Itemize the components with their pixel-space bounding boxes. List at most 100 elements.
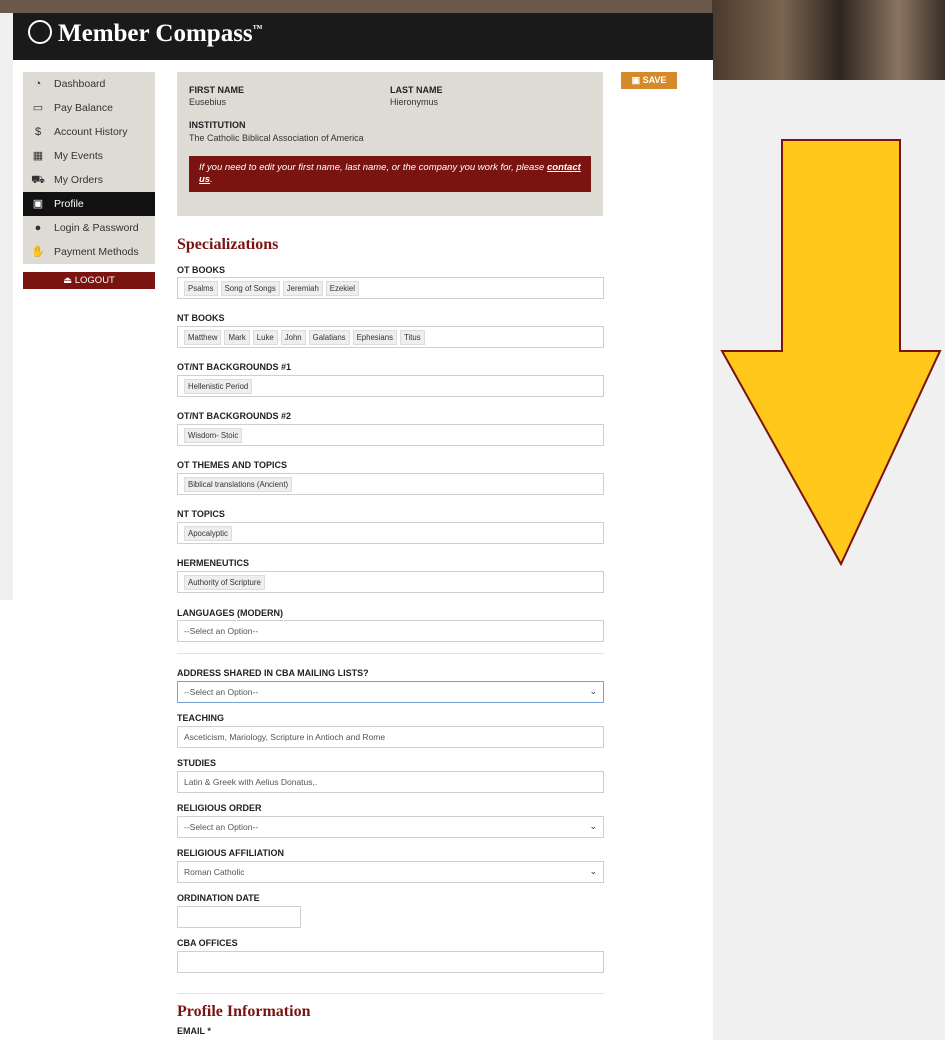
tag[interactable]: Hellenistic Period (184, 378, 253, 394)
chevron-down-icon: ⌄ (589, 686, 597, 696)
tag[interactable]: Ezekiel (325, 280, 359, 296)
ot-books-label: OT BOOKS (177, 265, 226, 275)
tag[interactable]: Luke (252, 329, 278, 345)
users-icon: ● (34, 222, 42, 234)
tag[interactable]: Biblical translations (Ancient) (184, 476, 293, 492)
religious-affiliation-value: Roman Catholic (184, 867, 245, 877)
sidebar-item-login-password[interactable]: ● Login & Password (23, 216, 155, 240)
religious-affiliation-select[interactable]: Roman Catholic ⌄ (177, 861, 604, 883)
tag[interactable]: Mark (224, 329, 250, 345)
dashboard-icon: ◔ (34, 78, 42, 90)
hermeneutics-label: HERMENEUTICS (177, 558, 250, 568)
first-name-value: Eusebius (189, 97, 227, 107)
tag[interactable]: Apocalyptic (184, 525, 232, 541)
app-title-text: Member Compass (58, 20, 253, 47)
tag[interactable]: Matthew (184, 329, 222, 345)
backgrounds-1-field[interactable]: Hellenistic Period (177, 375, 604, 397)
backgrounds-1-label: OT/NT BACKGROUNDS #1 (177, 362, 292, 372)
tag[interactable]: Titus (400, 329, 425, 345)
religious-order-label: RELIGIOUS ORDER (177, 803, 262, 813)
header-photo (712, 0, 945, 80)
trademark-mark: ™ (252, 23, 263, 35)
sidebar-item-dashboard[interactable]: ◔ Dashboard (23, 72, 155, 96)
ordination-date-input[interactable] (177, 906, 301, 928)
name-info-box: FIRST NAME Eusebius LAST NAME Hieronymus… (177, 72, 603, 216)
tag[interactable]: Psalms (184, 280, 218, 296)
hermeneutics-field[interactable]: Authority of Scripture (177, 571, 604, 593)
ot-themes-label: OT THEMES AND TOPICS (177, 460, 288, 470)
address-shared-value: --Select an Option-- (184, 687, 259, 697)
first-name-label: FIRST NAME (189, 85, 244, 95)
sidebar-item-label: Login & Password (54, 222, 139, 234)
teaching-value: Asceticism, Mariology, Scripture in Anti… (184, 732, 386, 742)
nt-topics-field[interactable]: Apocalyptic (177, 522, 604, 544)
sidebar-item-label: Payment Methods (54, 246, 139, 258)
backgrounds-2-field[interactable]: Wisdom- Stoic (177, 424, 604, 446)
sidebar-item-payment-methods[interactable]: ✋ Payment Methods (23, 240, 155, 264)
nt-topics-label: NT TOPICS (177, 509, 225, 519)
religious-order-select[interactable]: --Select an Option-- ⌄ (177, 816, 604, 838)
ot-themes-field[interactable]: Biblical translations (Ancient) (177, 473, 604, 495)
sidebar-item-label: My Events (54, 150, 104, 162)
save-button[interactable]: ▣ SAVE (621, 72, 677, 89)
app-title: Member Compass™ (28, 20, 263, 48)
languages-label: LANGUAGES (MODERN) (177, 608, 283, 618)
last-name-label: LAST NAME (390, 85, 443, 95)
id-card-icon: ▣ (32, 198, 44, 210)
teaching-label: TEACHING (177, 713, 224, 723)
divider (177, 653, 604, 654)
divider (177, 993, 604, 994)
backgrounds-2-label: OT/NT BACKGROUNDS #2 (177, 411, 292, 421)
tag[interactable]: Song of Songs (220, 280, 280, 296)
tag[interactable]: Wisdom- Stoic (184, 427, 243, 443)
institution-value: The Catholic Biblical Association of Ame… (189, 133, 364, 143)
cart-icon: ⛟ (31, 174, 45, 186)
tag[interactable]: Authority of Scripture (184, 574, 265, 590)
card-icon: ▭ (32, 102, 44, 114)
teaching-input[interactable]: Asceticism, Mariology, Scripture in Anti… (177, 726, 604, 748)
tag[interactable]: Jeremiah (282, 280, 323, 296)
logout-button[interactable]: ⏏ LOGOUT (23, 272, 155, 289)
last-name-value: Hieronymus (390, 97, 439, 107)
left-background (0, 600, 13, 1040)
nt-books-label: NT BOOKS (177, 313, 225, 323)
chevron-down-icon: ⌄ (589, 821, 597, 831)
notice-end: . (210, 174, 213, 185)
nt-books-field[interactable]: Matthew Mark Luke John Galatians Ephesia… (177, 326, 604, 348)
sidebar-item-label: Profile (54, 198, 84, 210)
tag[interactable]: Ephesians (352, 329, 398, 345)
languages-placeholder: --Select an Option-- (184, 626, 259, 636)
ordination-date-label: ORDINATION DATE (177, 893, 260, 903)
studies-label: STUDIES (177, 758, 217, 768)
studies-input[interactable]: Latin & Greek with Aelius Donatus,. (177, 771, 604, 793)
address-shared-label: ADDRESS SHARED IN CBA MAILING LISTS? (177, 668, 369, 678)
languages-field[interactable]: --Select an Option-- (177, 620, 604, 642)
sidebar-item-label: Pay Balance (54, 102, 113, 114)
logout-label: LOGOUT (74, 275, 115, 286)
cba-offices-input[interactable] (177, 951, 604, 973)
hand-money-icon: ✋ (31, 246, 45, 258)
profile-information-heading: Profile Information (177, 1003, 311, 1020)
chevron-down-icon: ⌄ (589, 866, 597, 876)
sidebar-item-label: Account History (54, 126, 128, 138)
sidebar-item-account-history[interactable]: $ Account History (23, 120, 155, 144)
specializations-heading: Specializations (177, 236, 279, 253)
sidebar-item-label: My Orders (54, 174, 104, 186)
ot-books-field[interactable]: Psalms Song of Songs Jeremiah Ezekiel (177, 277, 604, 299)
address-shared-select[interactable]: --Select an Option-- ⌄ (177, 681, 604, 703)
calendar-icon: ▦ (32, 150, 44, 162)
sidebar-item-my-events[interactable]: ▦ My Events (23, 144, 155, 168)
sidebar: ◔ Dashboard ▭ Pay Balance $ Account History… (23, 72, 155, 289)
compass-icon (28, 20, 52, 45)
tag[interactable]: Galatians (308, 329, 350, 345)
sidebar-item-my-orders[interactable]: ⛟ My Orders (23, 168, 155, 192)
sidebar-item-pay-balance[interactable]: ▭ Pay Balance (23, 96, 155, 120)
email-label: EMAIL * (177, 1026, 211, 1036)
religious-order-value: --Select an Option-- (184, 822, 259, 832)
sidebar-item-label: Dashboard (54, 78, 106, 90)
save-label: SAVE (642, 75, 667, 85)
sidebar-item-profile[interactable]: ▣ Profile (23, 192, 155, 216)
edit-notice: If you need to edit your first name, las… (189, 156, 591, 192)
dollar-icon: $ (34, 126, 42, 138)
tag[interactable]: John (280, 329, 306, 345)
